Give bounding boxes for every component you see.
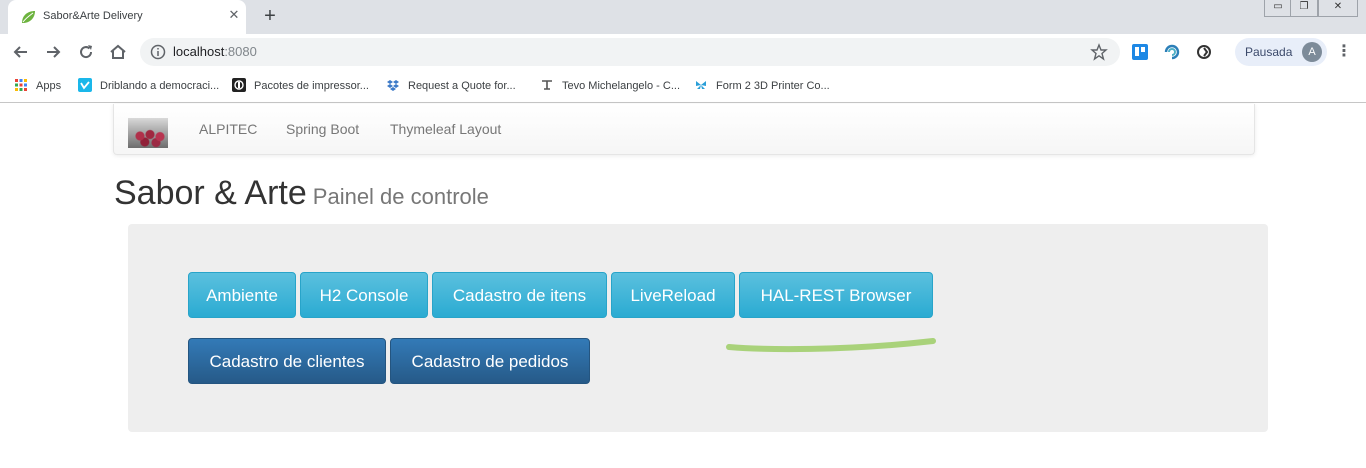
restore-icon[interactable]: ❐ (1290, 0, 1318, 17)
bookmark-request-quote[interactable]: Request a Quote for... (386, 77, 516, 95)
cadastro-clientes-button[interactable]: Cadastro de clientes (188, 338, 386, 384)
close-tab-icon[interactable]: ✕ (226, 7, 242, 23)
tab-title: Sabor&Arte Delivery (43, 10, 143, 22)
highlight-underline-stroke (726, 338, 936, 353)
dropbox-icon (387, 80, 399, 91)
bookmarks-bar: Apps Driblando a democraci... Pacotes de… (0, 70, 1366, 103)
forward-arrow-icon[interactable] (43, 42, 63, 62)
minimize-icon[interactable]: ▭ (1264, 0, 1292, 17)
bookmark-pacotes[interactable]: Pacotes de impressor... (232, 77, 369, 95)
printer-site-icon (232, 78, 246, 92)
profile-status: Pausada (1245, 45, 1293, 59)
ambiente-button[interactable]: Ambiente (188, 272, 296, 318)
site-info-icon[interactable] (150, 44, 166, 60)
livereload-button[interactable]: LiveReload (611, 272, 735, 318)
browser-tab[interactable]: Sabor&Arte Delivery ✕ (8, 0, 246, 34)
vimeo-icon (78, 78, 92, 92)
spring-leaf-icon (22, 11, 35, 23)
back-arrow-icon[interactable] (11, 42, 31, 62)
site-navbar: ALPITEC Spring Boot Thymeleaf Layout (113, 104, 1255, 155)
apps-grid-icon (15, 79, 27, 91)
brand-logo-image[interactable] (128, 118, 168, 148)
bookmark-star-icon[interactable] (1090, 43, 1108, 61)
bookmark-label: Tevo Michelangelo - C... (562, 80, 680, 92)
trello-extension-icon[interactable] (1131, 43, 1149, 61)
butterfly-icon (696, 81, 706, 89)
dashboard-panel (128, 224, 1268, 432)
tab-strip: Sabor&Arte Delivery ✕ + ▭ ❐ ✕ (0, 0, 1366, 34)
browser-menu-icon[interactable]: ⋮ (1336, 42, 1352, 62)
bookmark-apps[interactable]: Apps (14, 77, 61, 95)
h2-console-button[interactable]: H2 Console (300, 272, 428, 318)
bookmark-label: Apps (36, 80, 62, 92)
page-title-text: Sabor & Arte (114, 174, 307, 212)
avatar: A (1302, 42, 1322, 62)
address-host: localhost (173, 44, 225, 59)
page-title: Sabor & Arte Painel de controle (114, 174, 489, 213)
bookmark-label: Driblando a democraci... (100, 80, 220, 92)
swirl-extension-icon[interactable] (1163, 43, 1181, 61)
browser-toolbar: localhost:8080 Pausada A ⋮ (0, 34, 1366, 70)
page-subtitle: Painel de controle (312, 184, 489, 209)
hal-rest-browser-button[interactable]: HAL-REST Browser (739, 272, 933, 318)
profile-button[interactable]: Pausada A (1235, 38, 1327, 66)
cadastro-itens-button[interactable]: Cadastro de itens (432, 272, 607, 318)
nav-link-spring-boot[interactable]: Spring Boot (286, 121, 359, 137)
home-icon[interactable] (108, 42, 128, 62)
address-port: :8080 (224, 44, 257, 59)
bookmark-label: Pacotes de impressor... (254, 80, 369, 92)
sync-extension-icon[interactable] (1195, 43, 1213, 61)
bookmark-form2[interactable]: Form 2 3D Printer Co... (694, 77, 830, 95)
bookmark-label: Form 2 3D Printer Co... (716, 80, 830, 92)
tevo-icon (542, 80, 552, 90)
bookmark-tevo[interactable]: Tevo Michelangelo - C... (540, 77, 680, 95)
nav-link-thymeleaf-layout[interactable]: Thymeleaf Layout (390, 121, 501, 137)
address-bar[interactable]: localhost:8080 (140, 38, 1120, 66)
reload-icon[interactable] (76, 42, 96, 62)
bookmark-label: Request a Quote for... (408, 80, 516, 92)
window-close-icon[interactable]: ✕ (1318, 0, 1358, 17)
address-text: localhost:8080 (173, 44, 257, 59)
new-tab-button[interactable]: + (259, 5, 281, 27)
nav-link-alpitec[interactable]: ALPITEC (199, 121, 257, 137)
bookmark-driblando[interactable]: Driblando a democraci... (78, 77, 219, 95)
cadastro-pedidos-button[interactable]: Cadastro de pedidos (390, 338, 590, 384)
